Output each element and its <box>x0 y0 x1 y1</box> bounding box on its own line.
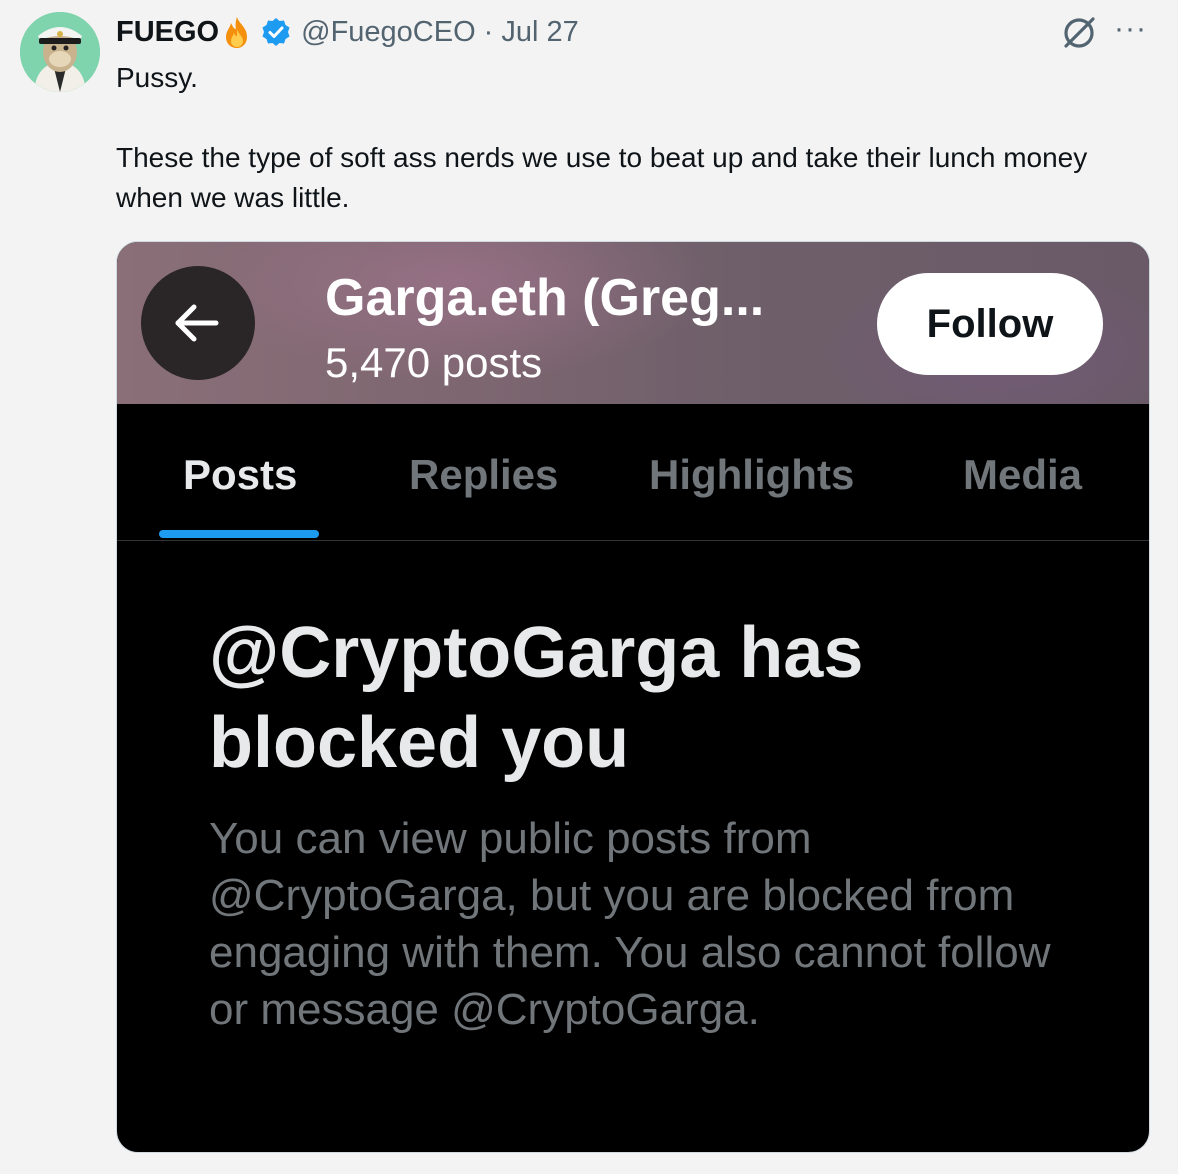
header-separator: · <box>483 16 494 48</box>
author-name[interactable]: FUEGO <box>116 14 219 50</box>
profile-banner: Garga.eth (Greg... 5,470 posts Follow <box>117 242 1149 404</box>
active-tab-indicator <box>159 530 319 538</box>
more-icon[interactable]: ··· <box>1114 14 1150 46</box>
profile-tabs: Posts Replies Highlights Media <box>117 404 1149 541</box>
tweet: FUEGO @FuegoCEO · Jul 27 ··· Pussy. Thes… <box>0 0 1178 1174</box>
arrow-left-icon <box>175 304 219 342</box>
profile-name: Garga.eth (Greg... <box>325 269 765 327</box>
ape-avatar-icon <box>20 12 100 92</box>
embedded-screenshot[interactable]: Garga.eth (Greg... 5,470 posts Follow Po… <box>116 241 1150 1153</box>
back-button[interactable] <box>141 266 255 380</box>
author-avatar[interactable] <box>20 12 100 92</box>
follow-button[interactable]: Follow <box>877 273 1103 375</box>
post-count: 5,470 posts <box>325 339 543 386</box>
fire-icon <box>221 15 253 49</box>
tweet-date[interactable]: Jul 27 <box>501 14 578 50</box>
blocked-description: You can view public posts from @CryptoGa… <box>209 814 1051 1034</box>
tab-posts[interactable]: Posts <box>183 450 297 500</box>
verified-badge-icon <box>261 17 291 47</box>
tweet-text-line: These the type of soft ass nerds we use … <box>116 142 1088 213</box>
tweet-text: Pussy. These the type of soft ass nerds … <box>116 58 1126 218</box>
tab-media[interactable]: Media <box>963 450 1082 500</box>
grok-icon[interactable] <box>1060 14 1098 52</box>
author-handle[interactable]: @FuegoCEO <box>301 14 476 50</box>
tweet-header: FUEGO @FuegoCEO · Jul 27 <box>116 14 579 50</box>
tab-replies[interactable]: Replies <box>409 450 558 500</box>
blocked-title: @CryptoGarga has blocked you <box>209 613 864 783</box>
tweet-text-line: Pussy. <box>116 62 198 93</box>
tab-highlights[interactable]: Highlights <box>649 450 854 500</box>
